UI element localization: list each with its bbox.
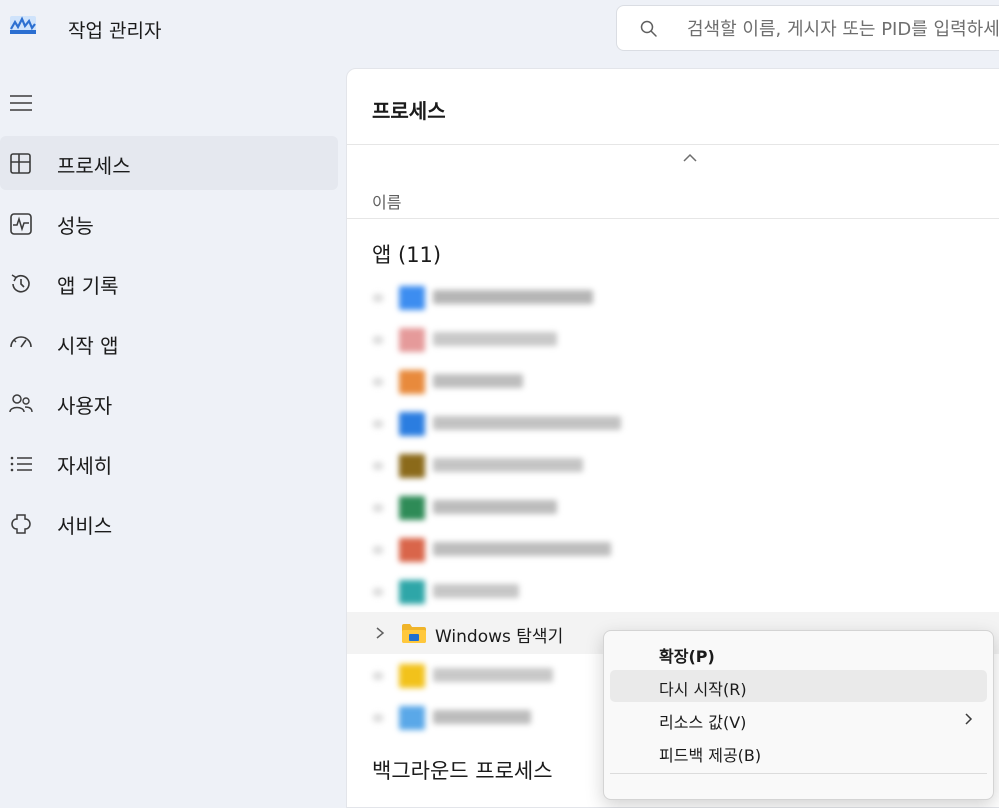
- blurred-chevron: [373, 336, 383, 344]
- app-icon: [399, 664, 425, 688]
- blurred-chevron: [373, 546, 383, 554]
- divider: [347, 144, 999, 145]
- sidebar-item-details[interactable]: 자세히: [0, 436, 338, 490]
- group-title-background: 백그라운드 프로세스: [372, 759, 553, 783]
- blurred-chevron: [373, 504, 383, 512]
- blurred-chevron: [373, 462, 383, 470]
- menu-item-resource-values[interactable]: 리소스 값(V): [610, 703, 987, 735]
- process-row-blurred[interactable]: [347, 486, 999, 528]
- divider: [347, 218, 999, 219]
- search-box[interactable]: [616, 5, 999, 51]
- app-icon: [399, 454, 425, 478]
- context-menu: 확장(P) 다시 시작(R) 리소스 값(V) 피드백 제공(B): [603, 630, 994, 800]
- sidebar-item-users[interactable]: 사용자: [0, 376, 338, 430]
- blurred-name: [433, 290, 593, 304]
- app-icon: [399, 496, 425, 520]
- blurred-chevron: [373, 420, 383, 428]
- chevron-right-icon[interactable]: [375, 626, 385, 640]
- users-icon: [9, 394, 33, 413]
- menu-item-restart[interactable]: 다시 시작(R): [610, 670, 987, 702]
- app-icon: [399, 580, 425, 604]
- app-icon: [399, 286, 425, 310]
- blurred-chevron: [373, 294, 383, 302]
- app-icon: [399, 370, 425, 394]
- sidebar-item-label: 사용자: [57, 394, 113, 418]
- blurred-chevron: [373, 714, 383, 722]
- sidebar-item-processes[interactable]: 프로세스: [0, 136, 338, 190]
- sidebar-item-label: 앱 기록: [57, 274, 119, 298]
- chevron-up-icon[interactable]: [682, 153, 698, 163]
- menu-item-label: 피드백 제공(B): [659, 746, 762, 765]
- menu-item-label: 리소스 값(V): [659, 713, 747, 732]
- sidebar-item-label: 시작 앱: [57, 334, 119, 358]
- app-icon: [399, 328, 425, 352]
- blurred-name: [433, 374, 523, 388]
- blurred-name: [433, 584, 519, 598]
- process-row-blurred[interactable]: [347, 276, 999, 318]
- performance-icon: [10, 213, 32, 235]
- blurred-name: [433, 542, 611, 556]
- blurred-name: [433, 710, 531, 724]
- search-input[interactable]: [687, 14, 999, 44]
- hamburger-icon[interactable]: [8, 92, 34, 114]
- blurred-chevron: [373, 588, 383, 596]
- blurred-chevron: [373, 378, 383, 386]
- blurred-chevron: [373, 672, 383, 680]
- process-row-blurred[interactable]: [347, 528, 999, 570]
- sidebar-item-startup-apps[interactable]: 시작 앱: [0, 316, 338, 370]
- search-icon: [640, 20, 657, 37]
- task-manager-icon: [10, 16, 36, 34]
- title-bar: 작업 관리자: [0, 0, 999, 60]
- process-row-blurred[interactable]: [347, 360, 999, 402]
- chevron-right-icon: [965, 713, 973, 725]
- sidebar-item-app-history[interactable]: 앱 기록: [0, 256, 338, 310]
- group-title-apps: 앱 (11): [372, 243, 442, 267]
- blurred-name: [433, 668, 553, 682]
- sidebar-item-label: 서비스: [57, 514, 113, 538]
- menu-item-label: 다시 시작(R): [659, 680, 747, 699]
- sidebar-item-label: 성능: [57, 214, 94, 238]
- folder-icon: [402, 624, 426, 643]
- startup-apps-icon: [10, 336, 32, 348]
- blurred-name: [433, 500, 557, 514]
- details-icon: [10, 456, 32, 472]
- menu-separator: [610, 773, 987, 774]
- blurred-name: [433, 416, 621, 430]
- services-icon: [11, 514, 31, 534]
- process-row-blurred[interactable]: [347, 402, 999, 444]
- process-row-blurred[interactable]: [347, 570, 999, 612]
- sidebar-item-label: 자세히: [57, 454, 113, 478]
- menu-item-expand[interactable]: 확장(P): [610, 637, 987, 669]
- page-title: 프로세스: [372, 99, 446, 123]
- app-title: 작업 관리자: [68, 20, 162, 42]
- app-history-icon: [11, 274, 30, 293]
- processes-icon: [10, 153, 31, 174]
- process-row-blurred[interactable]: [347, 318, 999, 360]
- app-icon: [399, 706, 425, 730]
- process-name: Windows 탐색기: [435, 627, 564, 647]
- sidebar-item-services[interactable]: 서비스: [0, 496, 338, 550]
- blurred-name: [433, 332, 557, 346]
- menu-item-label: 확장(P): [659, 647, 715, 666]
- app-icon: [399, 412, 425, 436]
- menu-item-feedback[interactable]: 피드백 제공(B): [610, 736, 987, 768]
- app-icon: [399, 538, 425, 562]
- blurred-name: [433, 458, 583, 472]
- sidebar-item-performance[interactable]: 성능: [0, 196, 338, 250]
- process-row-blurred[interactable]: [347, 444, 999, 486]
- column-header-name[interactable]: 이름: [372, 189, 401, 213]
- sidebar-item-label: 프로세스: [57, 154, 131, 178]
